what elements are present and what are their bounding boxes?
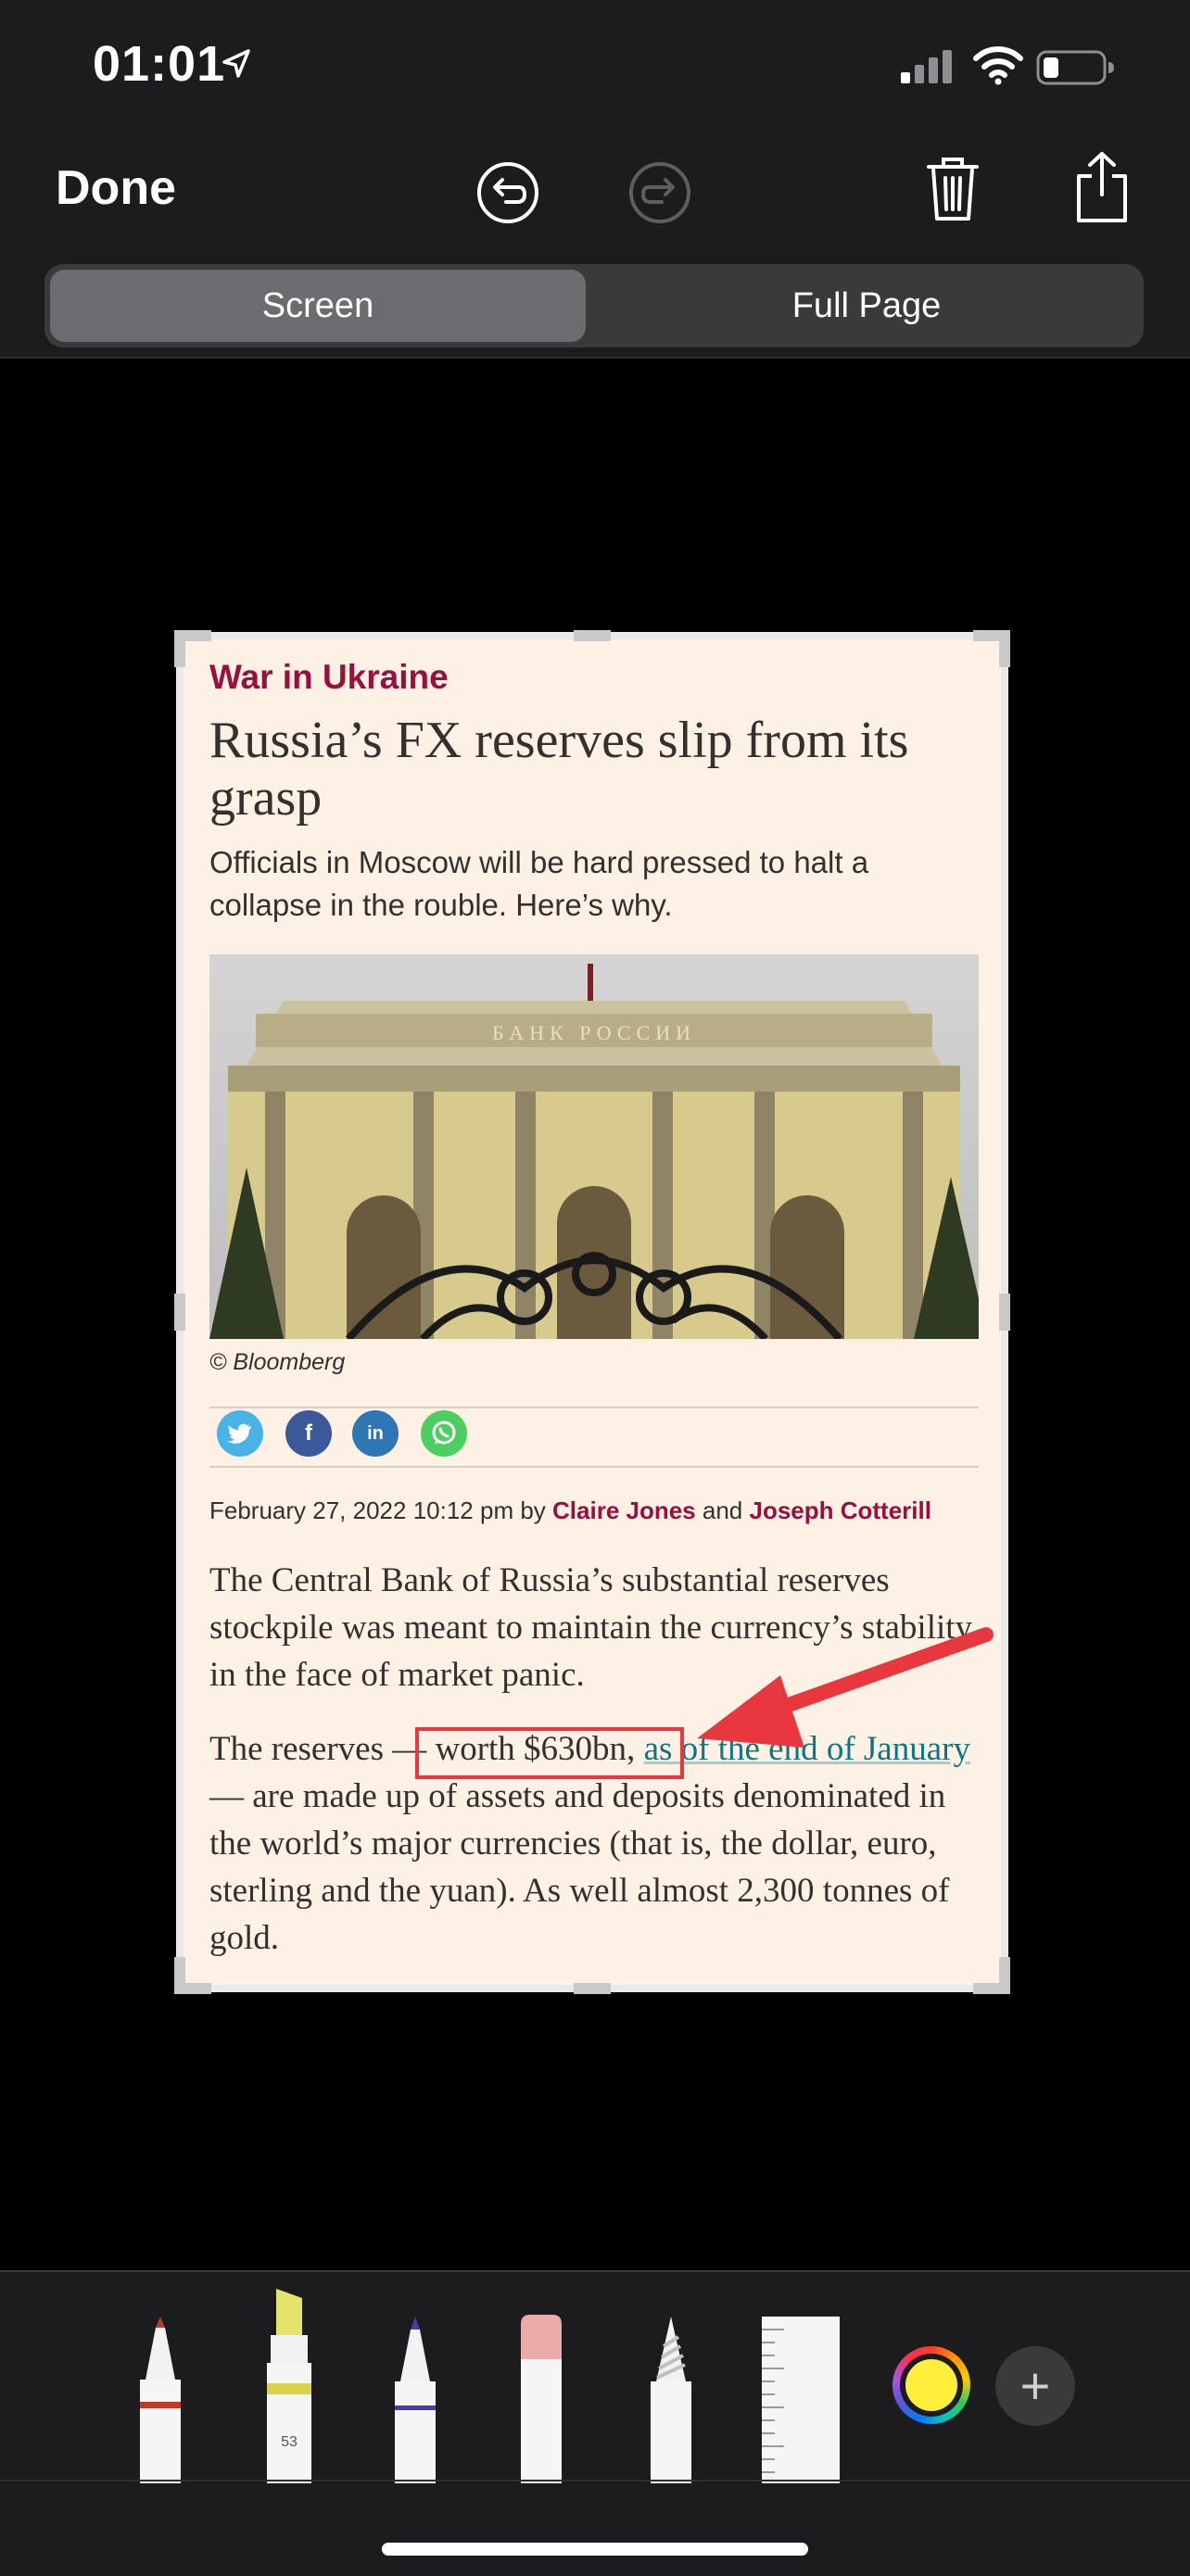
undo-icon[interactable] bbox=[475, 159, 541, 226]
ruler-tool[interactable] bbox=[762, 2317, 840, 2483]
facebook-icon: f bbox=[305, 1421, 312, 1446]
whatsapp-icon bbox=[432, 1421, 456, 1445]
article-title: Russia’s FX reserves slip from its grasp bbox=[209, 712, 909, 827]
top-bar: 01:01 Done Screen Full Page bbox=[0, 0, 1190, 359]
paragraph-text: — are made up of assets and deposits den… bbox=[209, 1777, 950, 1957]
color-picker-button[interactable] bbox=[892, 2346, 970, 2424]
twitter-share-button[interactable] bbox=[217, 1410, 263, 1457]
author-link[interactable]: Joseph Cotterill bbox=[749, 1496, 930, 1524]
image-credit: © Bloomberg bbox=[209, 1349, 346, 1375]
share-icon[interactable] bbox=[1073, 150, 1131, 224]
annotation-rectangle[interactable] bbox=[415, 1727, 684, 1779]
home-indicator bbox=[382, 2543, 808, 2556]
eraser-tool[interactable] bbox=[515, 2315, 567, 2483]
crop-handle[interactable] bbox=[999, 1957, 1010, 1994]
crop-handle[interactable] bbox=[574, 630, 611, 641]
redo-icon[interactable] bbox=[627, 159, 693, 226]
wifi-icon bbox=[973, 46, 1023, 85]
article-image: БАНК РОССИИ bbox=[209, 954, 979, 1339]
crop-handle[interactable] bbox=[174, 1957, 185, 1994]
facebook-share-button[interactable]: f bbox=[285, 1410, 332, 1457]
status-time: 01:01 bbox=[93, 36, 226, 92]
linkedin-icon: in bbox=[367, 1422, 384, 1444]
screenshot-preview[interactable]: War in Ukraine Russia’s FX reserves slip… bbox=[174, 630, 1010, 1994]
pencil-tool[interactable] bbox=[389, 2317, 441, 2483]
whatsapp-share-button[interactable] bbox=[421, 1410, 467, 1457]
author-link[interactable]: Claire Jones bbox=[552, 1496, 696, 1524]
article-subtitle: Officials in Moscow will be hard pressed… bbox=[209, 845, 869, 922]
byline-date: February 27, 2022 10:12 pm by bbox=[209, 1496, 553, 1524]
marker-number: 53 bbox=[281, 2434, 298, 2450]
article-category[interactable]: War in Ukraine bbox=[209, 658, 449, 697]
article-link[interactable]: as of the end of January bbox=[644, 1730, 970, 1768]
crop-handle[interactable] bbox=[174, 630, 185, 667]
add-button[interactable]: + bbox=[995, 2346, 1075, 2426]
location-arrow-icon bbox=[222, 49, 250, 78]
capture-mode-segmented-control: Screen Full Page bbox=[44, 264, 1144, 347]
divider bbox=[209, 1407, 979, 1408]
twitter-icon bbox=[227, 1423, 251, 1444]
linkedin-share-button[interactable]: in bbox=[352, 1410, 399, 1457]
article-byline: February 27, 2022 10:12 pm by Claire Jon… bbox=[209, 1496, 931, 1525]
bank-sign-text: БАНК РОССИИ bbox=[492, 1021, 696, 1044]
markup-toolbar: 53 + bbox=[0, 2270, 1190, 2576]
crop-handle[interactable] bbox=[999, 1294, 1010, 1331]
divider bbox=[0, 2480, 1190, 2481]
lasso-tool[interactable] bbox=[645, 2317, 697, 2483]
crop-handle[interactable] bbox=[174, 1294, 185, 1331]
crop-handle[interactable] bbox=[574, 1983, 611, 1994]
crop-handle[interactable] bbox=[999, 630, 1010, 667]
segment-full-page[interactable]: Full Page bbox=[595, 270, 1138, 342]
highlighter-tool[interactable]: 53 bbox=[263, 2289, 315, 2483]
trash-icon[interactable] bbox=[923, 154, 982, 224]
done-button[interactable]: Done bbox=[56, 160, 176, 216]
cellular-signal-icon bbox=[901, 50, 952, 83]
divider bbox=[209, 1466, 979, 1468]
battery-icon bbox=[1036, 50, 1114, 85]
pen-tool[interactable] bbox=[134, 2317, 186, 2483]
byline-and: and bbox=[695, 1496, 750, 1524]
segment-screen[interactable]: Screen bbox=[50, 270, 586, 342]
selected-color-swatch bbox=[905, 2359, 957, 2411]
article-paragraph: The Central Bank of Russia’s substantial… bbox=[209, 1561, 973, 1694]
